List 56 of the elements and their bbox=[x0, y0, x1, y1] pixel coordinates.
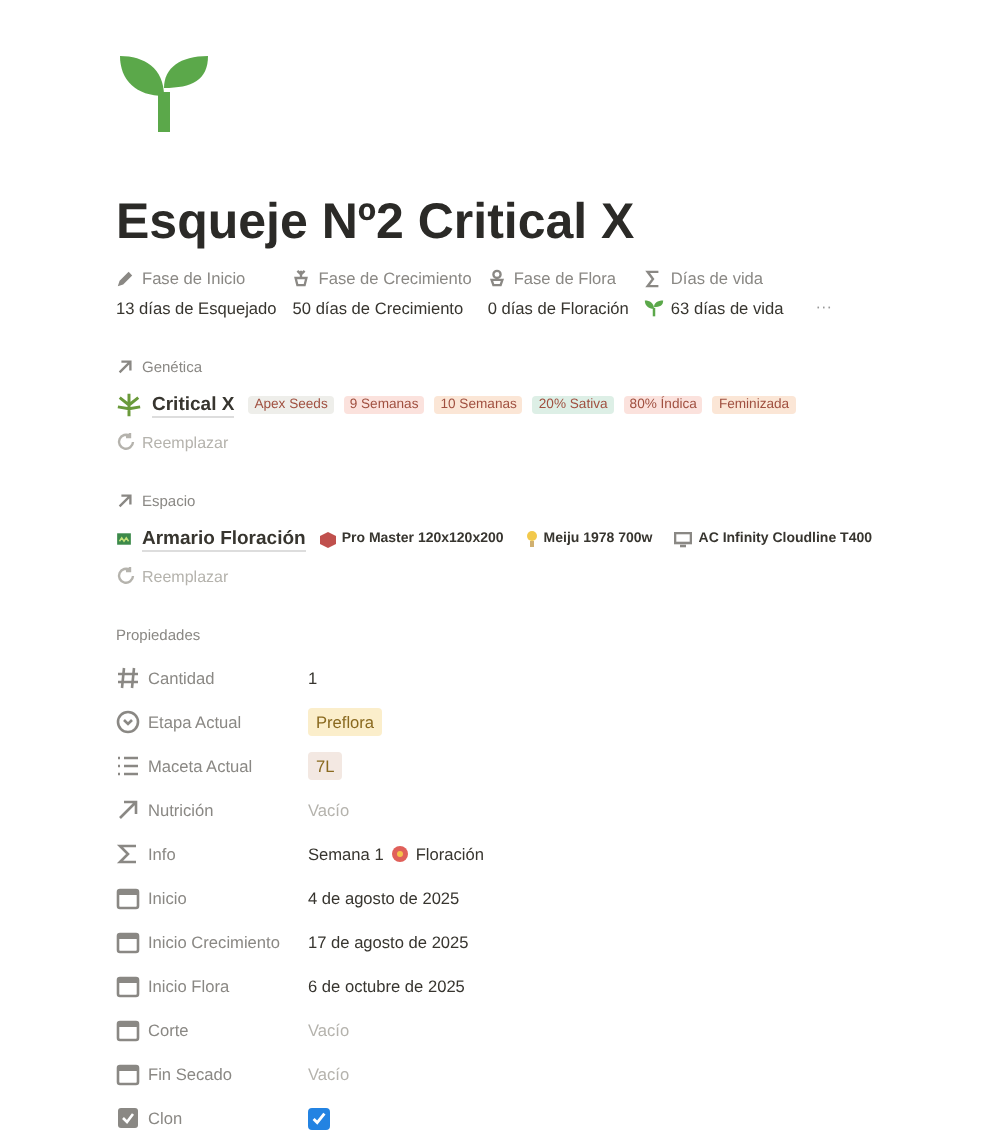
property-label: Inicio Flora bbox=[148, 976, 230, 996]
calendar-icon bbox=[116, 1062, 140, 1086]
hash-icon bbox=[116, 666, 140, 690]
phase-label: Días de vida bbox=[670, 268, 764, 288]
sprout-icon bbox=[644, 298, 665, 318]
calendar-icon bbox=[116, 930, 140, 954]
box-icon bbox=[319, 531, 336, 547]
property-value[interactable]: 6 de octubre de 2025 bbox=[308, 976, 465, 996]
calendar-icon bbox=[116, 886, 140, 910]
info-text: Semana 1 bbox=[308, 844, 384, 864]
sigma-icon bbox=[644, 269, 663, 287]
flower-pot-icon bbox=[487, 268, 506, 288]
sigma-icon bbox=[116, 842, 140, 866]
page-title: Esqueje Nº2 Critical X bbox=[116, 194, 637, 252]
property-label: Etapa Actual bbox=[148, 712, 242, 732]
arrow-icon bbox=[116, 798, 140, 822]
more-button[interactable]: ··· bbox=[815, 296, 832, 316]
bulb-icon bbox=[525, 530, 538, 548]
phase-value: 0 días de Floración bbox=[487, 298, 629, 318]
info-text: Floración bbox=[415, 844, 484, 864]
arrow-icon bbox=[116, 492, 134, 510]
property-value[interactable]: 17 de agosto de 2025 bbox=[308, 932, 469, 952]
space-link[interactable]: Armario Floración bbox=[142, 527, 306, 551]
circle-chevron-icon bbox=[116, 710, 140, 734]
arrow-icon bbox=[116, 358, 134, 376]
calendar-icon bbox=[116, 974, 140, 998]
property-label: Corte bbox=[148, 1020, 189, 1040]
genetics-link[interactable]: Critical X bbox=[152, 393, 235, 417]
flower-icon bbox=[389, 844, 410, 864]
property-label: Info bbox=[148, 844, 176, 864]
phase-value: 13 días de Esquejado bbox=[116, 298, 277, 318]
phase-value: 63 días de vida bbox=[670, 298, 784, 318]
property-label: Nutrición bbox=[148, 800, 214, 820]
refresh-icon bbox=[116, 432, 136, 452]
plant-pot-icon bbox=[292, 268, 311, 288]
phase-label: Fase de Flora bbox=[513, 268, 617, 288]
phase-value: 50 días de Crecimiento bbox=[292, 298, 464, 318]
property-label: Fin Secado bbox=[148, 1064, 232, 1084]
phase-label: Fase de Crecimiento bbox=[318, 268, 472, 288]
pencil-icon bbox=[116, 269, 134, 287]
property-label: Maceta Actual bbox=[148, 756, 253, 776]
tag[interactable]: Preflora bbox=[308, 708, 383, 736]
calendar-icon bbox=[116, 1018, 140, 1042]
leaf-icon bbox=[116, 392, 142, 418]
property-value[interactable]: 1 bbox=[308, 668, 318, 688]
list-icon bbox=[116, 754, 140, 778]
checkbox-icon bbox=[116, 1106, 140, 1130]
property-label: Clon bbox=[148, 1108, 183, 1128]
phase-label: Fase de Inicio bbox=[142, 268, 246, 288]
property-value[interactable]: 4 de agosto de 2025 bbox=[308, 888, 460, 908]
property-label: Inicio bbox=[148, 888, 187, 908]
tag[interactable]: 7L bbox=[308, 752, 343, 780]
property-label: Cantidad bbox=[148, 668, 215, 688]
property-label: Inicio Crecimiento bbox=[148, 932, 280, 952]
refresh-icon bbox=[116, 566, 136, 586]
checkbox[interactable] bbox=[308, 1107, 330, 1129]
